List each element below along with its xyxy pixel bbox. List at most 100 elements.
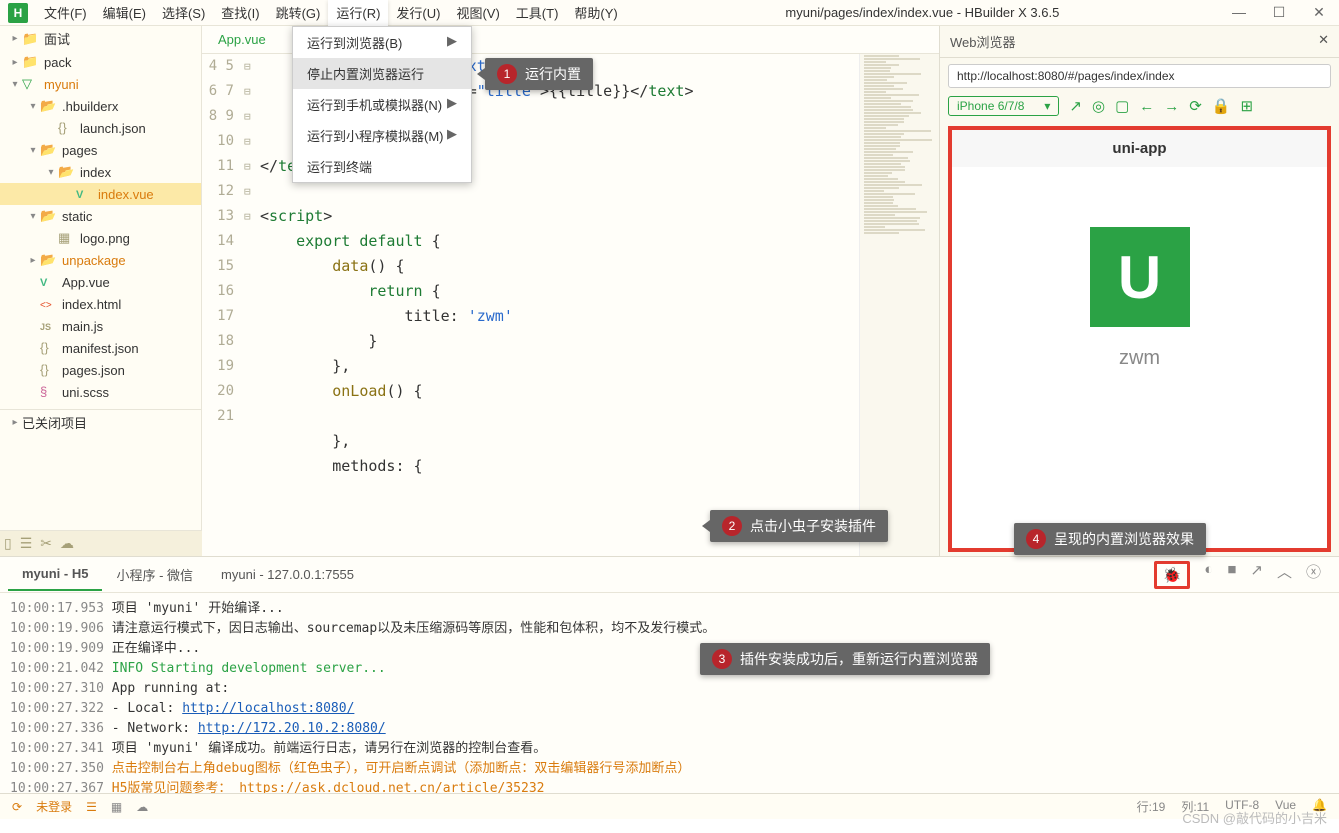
sidebar-list-icon[interactable]: ☰ [20,535,33,552]
callout-num-2: 2 [722,516,742,536]
folder-open-icon [58,164,76,180]
tree-item-static[interactable]: ▾static [0,205,201,227]
console-tab-0[interactable]: myuni - H5 [8,558,102,591]
open-external-icon[interactable]: ↗ [1069,97,1082,115]
status-grid-icon[interactable]: ▦ [111,800,122,814]
tree-item-main.js[interactable]: main.js [0,315,201,337]
callout-2-text: 点击小虫子安装插件 [750,516,876,536]
console-tab-2[interactable]: myuni - 127.0.0.1:7555 [207,559,368,590]
chevron-icon[interactable]: ▾ [44,167,58,178]
menu-8[interactable]: 工具(T) [508,0,567,26]
tree-item-launch.json[interactable]: launch.json [0,117,201,139]
chevron-icon[interactable]: ▸ [8,57,22,68]
browser-url-input[interactable]: http://localhost:8080/#/pages/index/inde… [948,64,1331,88]
chevron-right-icon[interactable]: ▸ [8,417,22,428]
console-clear-icon[interactable]: ⓧ [1306,561,1321,589]
tree-item-index.vue[interactable]: index.vue [0,183,201,205]
console-line: 10:00:21.042 INFO Starting development s… [10,659,1329,679]
console-output[interactable]: 10:00:17.953 项目 'myuni' 开始编译...10:00:19.… [0,593,1339,793]
maximize-button[interactable]: ☐ [1259,4,1299,21]
chevron-icon[interactable]: ▾ [26,145,40,156]
sidebar-file-icon[interactable]: ▯ [4,535,12,552]
tree-item-unpackage[interactable]: ▸unpackage [0,249,201,271]
chevron-icon[interactable]: ▾ [8,79,22,90]
preview-frame: uni-app U zwm [948,126,1331,552]
tree-item-pack[interactable]: ▸pack [0,51,201,73]
debug-bug-icon[interactable]: 🐞 [1154,561,1191,589]
status-sync-icon[interactable]: ⟳ [12,800,22,814]
tab-appvue[interactable]: App.vue [202,26,282,53]
line-gutter[interactable]: 4 5 6 7 8 9 10 11 12 13 14 15 16 17 18 1… [202,54,244,556]
console-collapse-icon[interactable]: ︿ [1277,561,1292,589]
tree-item-pages[interactable]: ▾pages [0,139,201,161]
browser-toolbar: iPhone 6/7/8▾ ↗ ◎ ▢ ← → ⟳ 🔒 ⊞ [948,96,1331,116]
project-explorer[interactable]: ▸面试▸pack▾myuni▾.hbuilderxlaunch.json▾pag… [0,26,202,530]
tree-item-pages.json[interactable]: pages.json [0,359,201,381]
minimap[interactable] [859,54,939,556]
vue-icon [22,76,40,92]
tree-item-index[interactable]: ▾index [0,161,201,183]
chevron-icon[interactable]: ▸ [8,33,22,44]
tree-item-index.html[interactable]: index.html [0,293,201,315]
chevron-icon[interactable]: ▸ [26,255,40,266]
console-stop-icon[interactable]: ◐ [1204,561,1213,589]
run-menu-item-4[interactable]: 运行到终端 [293,151,471,182]
chevron-icon[interactable]: ▾ [26,101,40,112]
closed-projects[interactable]: 已关闭项目 [22,413,87,432]
tree-label: index.html [62,297,121,312]
menu-1[interactable]: 编辑(E) [95,0,154,26]
menu-3[interactable]: 查找(I) [213,0,267,26]
menu-7[interactable]: 视图(V) [448,0,507,26]
refresh-icon[interactable]: ⟳ [1189,97,1202,115]
tree-item-manifest.json[interactable]: manifest.json [0,337,201,359]
chevron-icon[interactable]: ▾ [26,211,40,222]
console-tab-1[interactable]: 小程序 - 微信 [102,557,207,592]
tree-label: uni.scss [62,385,109,400]
run-menu-item-3[interactable]: 运行到小程序模拟器(M)▶ [293,120,471,151]
scss-icon [40,384,58,400]
status-login[interactable]: 未登录 [36,798,72,815]
callout-1: 1 运行内置 [485,58,593,90]
run-menu-item-2[interactable]: 运行到手机或模拟器(N)▶ [293,89,471,120]
tree-item-logo.png[interactable]: logo.png [0,227,201,249]
menu-5[interactable]: 运行(R) [328,0,388,26]
tree-item-myuni[interactable]: ▾myuni [0,73,201,95]
tree-item-面试[interactable]: ▸面试 [0,26,201,51]
status-list-icon[interactable]: ☰ [86,800,97,814]
tree-label: pages.json [62,363,125,378]
minimize-button[interactable]: — [1219,4,1259,21]
run-menu-item-1[interactable]: 停止内置浏览器运行 [293,58,471,89]
console-stop2-icon[interactable]: ■ [1227,561,1236,589]
fold-gutter[interactable]: ⊟ ⊟ ⊟ ⊟ ⊟ ⊟ ⊟ [244,54,260,556]
chevron-right-icon: ▶ [447,33,457,52]
tree-item-App.vue[interactable]: App.vue [0,271,201,293]
console-export-icon[interactable]: ↗ [1250,561,1263,589]
browser-close-icon[interactable]: ✕ [1318,32,1329,51]
lock-icon[interactable]: 🔒 [1212,97,1231,115]
back-icon[interactable]: ← [1139,98,1154,115]
folder-icon [22,54,40,70]
tree-item-.hbuilderx[interactable]: ▾.hbuilderx [0,95,201,117]
run-menu-item-0[interactable]: 运行到浏览器(B)▶ [293,27,471,58]
device-selector[interactable]: iPhone 6/7/8▾ [948,96,1059,116]
console-line: 10:00:19.906 请注意运行模式下，因日志输出、sourcemap以及未… [10,619,1329,639]
menu-4[interactable]: 跳转(G) [268,0,329,26]
target-icon[interactable]: ◎ [1092,97,1105,115]
json-icon [40,340,58,356]
png-icon [58,230,76,246]
tree-item-uni.scss[interactable]: uni.scss [0,381,201,403]
tree-label: index.vue [98,187,154,202]
tree-label: manifest.json [62,341,139,356]
folder-open-icon [40,98,58,114]
menu-2[interactable]: 选择(S) [154,0,213,26]
forward-icon[interactable]: → [1164,98,1179,115]
menu-0[interactable]: 文件(F) [36,0,95,26]
menu-9[interactable]: 帮助(Y) [566,0,625,26]
window-icon[interactable]: ▢ [1115,97,1129,115]
sidebar-pin-icon[interactable]: ✂ [40,535,52,552]
sidebar-refresh-icon[interactable]: ☁ [60,535,74,552]
menu-6[interactable]: 发行(U) [388,0,448,26]
grid-icon[interactable]: ⊞ [1241,97,1254,115]
close-button[interactable]: ✕ [1299,4,1339,21]
status-cloud-icon[interactable]: ☁ [136,800,148,814]
